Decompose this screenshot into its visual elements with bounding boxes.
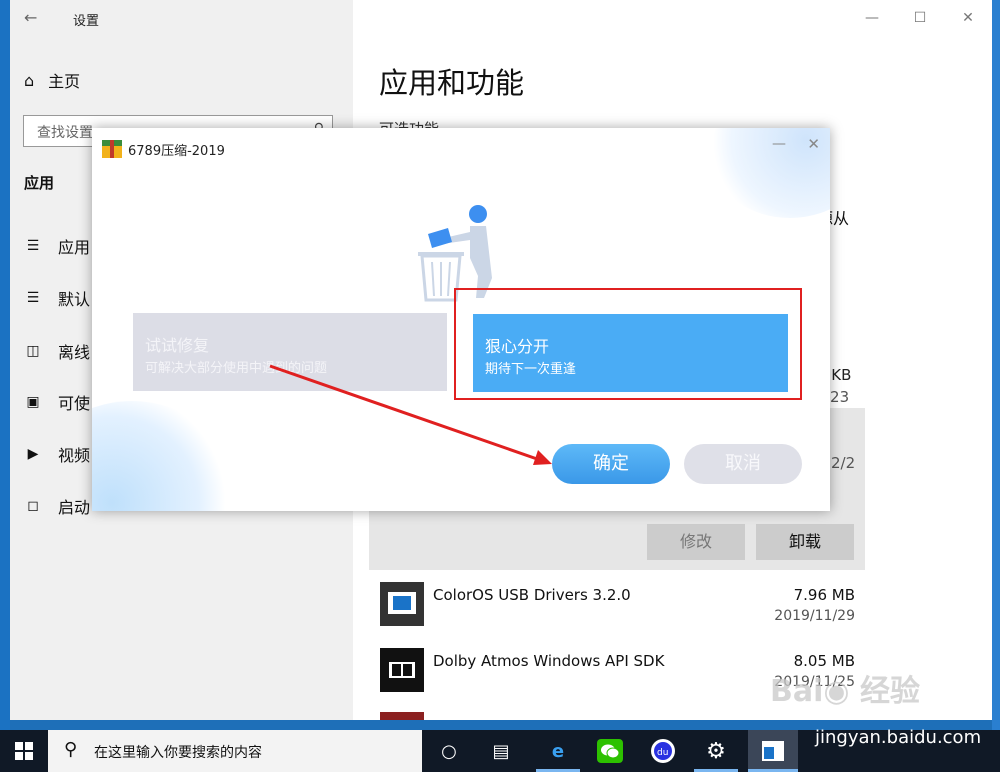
section-title: 应用 <box>24 174 55 192</box>
home-icon: ⌂ <box>24 70 35 90</box>
default-list-icon: ☰ <box>26 290 40 306</box>
map-icon: ◫ <box>26 343 40 359</box>
search-icon: ⚲ <box>64 739 78 760</box>
desktop-edge-left <box>0 0 10 730</box>
taskbar-search-placeholder: 在这里输入你要搜索的内容 <box>94 745 262 761</box>
windows-icon <box>15 742 33 760</box>
dolby-icon <box>380 648 424 692</box>
repair-desc: 可解决大部分使用中遇到的问题 <box>145 361 328 376</box>
decorative-blob <box>92 401 232 511</box>
window-controls: — ☐ ✕ <box>848 0 992 36</box>
ok-button[interactable]: 确定 <box>552 444 670 484</box>
open-window-icon: ▣ <box>26 394 40 410</box>
sidebar-item-label: 应用 <box>58 238 91 257</box>
sidebar-item-label: 启动 <box>58 498 91 517</box>
minimize-icon[interactable]: — <box>848 0 896 36</box>
app-date: 2019/11/29 <box>774 608 855 624</box>
dialog-title: 6789压缩-2019 <box>128 144 225 159</box>
edge-icon[interactable]: e <box>536 730 580 772</box>
uninstall-button[interactable]: 卸载 <box>756 524 854 560</box>
page-title: 应用和功能 <box>379 66 525 100</box>
maximize-icon[interactable]: ☐ <box>896 0 944 36</box>
list-item[interactable] <box>369 712 865 720</box>
cortana-icon[interactable]: ○ <box>427 730 471 772</box>
desktop-edge-right <box>992 0 1000 730</box>
startup-icon: ◻ <box>27 498 39 514</box>
uninstall-dialog: 6789压缩-2019 — ✕ 试试修复 可解决大部分使用中遇到的问题 狠心分开… <box>92 128 830 511</box>
repair-option[interactable]: 试试修复 可解决大部分使用中遇到的问题 <box>133 313 447 391</box>
app-size: 7.96 MB <box>793 586 855 604</box>
modify-button[interactable]: 修改 <box>647 524 745 560</box>
sidebar-item-apps-features[interactable]: ☰ 应用 <box>24 234 90 258</box>
sidebar-item-video[interactable]: ▶ 视频 <box>24 442 90 466</box>
cancel-button[interactable]: 取消 <box>684 444 802 484</box>
close-icon[interactable]: ✕ <box>807 135 820 153</box>
video-icon: ▶ <box>27 446 39 462</box>
nav-home-label: 主页 <box>48 72 81 91</box>
start-button[interactable] <box>0 730 48 772</box>
sidebar-item-label: 视频 <box>58 446 91 465</box>
baidu-netdisk-icon[interactable]: du <box>641 730 685 772</box>
app-icon <box>380 712 424 720</box>
app-name: Dolby Atmos Windows API SDK <box>433 652 665 670</box>
taskbar-search-input[interactable]: ⚲ 在这里输入你要搜索的内容 <box>48 730 422 772</box>
settings-gear-icon[interactable]: ⚙ <box>694 730 738 772</box>
app-window-icon <box>380 582 424 626</box>
minimize-icon[interactable]: — <box>772 136 786 152</box>
sidebar-item-offline-maps[interactable]: ◫ 离线 <box>24 339 90 363</box>
watermark-text: jingyan.baidu.com <box>815 727 982 748</box>
annotation-highlight-box <box>454 288 802 400</box>
sidebar-item-default-apps[interactable]: ☰ 默认 <box>24 286 90 310</box>
task-view-icon[interactable]: ▤ <box>479 730 523 772</box>
sidebar-item-label: 默认 <box>58 290 91 309</box>
sidebar-item-websites-apps[interactable]: ▣ 可使 <box>24 390 90 414</box>
list-icon: ☰ <box>26 238 40 254</box>
search-placeholder: 查找设置 <box>37 125 93 141</box>
nav-home[interactable]: ⌂ 主页 <box>24 68 80 92</box>
baidu-logo-icon: Bai◉ 经验 <box>770 674 921 709</box>
list-item[interactable]: ColorOS USB Drivers 3.2.0 7.96 MB 2019/1… <box>369 582 865 642</box>
sidebar-item-startup[interactable]: ◻ 启动 <box>24 494 90 518</box>
svg-text:du: du <box>657 748 668 758</box>
repair-title: 试试修复 <box>145 336 210 355</box>
wechat-icon[interactable] <box>588 730 632 772</box>
selected-app-date: 2/2 <box>831 454 856 472</box>
active-app-icon[interactable] <box>748 730 798 772</box>
sidebar-item-label: 离线 <box>58 343 91 362</box>
close-icon[interactable]: ✕ <box>944 0 992 36</box>
back-arrow-icon[interactable]: ← <box>24 8 37 27</box>
app-name: ColorOS USB Drivers 3.2.0 <box>433 586 631 604</box>
app-logo-icon <box>102 140 122 158</box>
sidebar-item-label: 可使 <box>58 394 91 413</box>
window-title: 设置 <box>73 14 100 29</box>
